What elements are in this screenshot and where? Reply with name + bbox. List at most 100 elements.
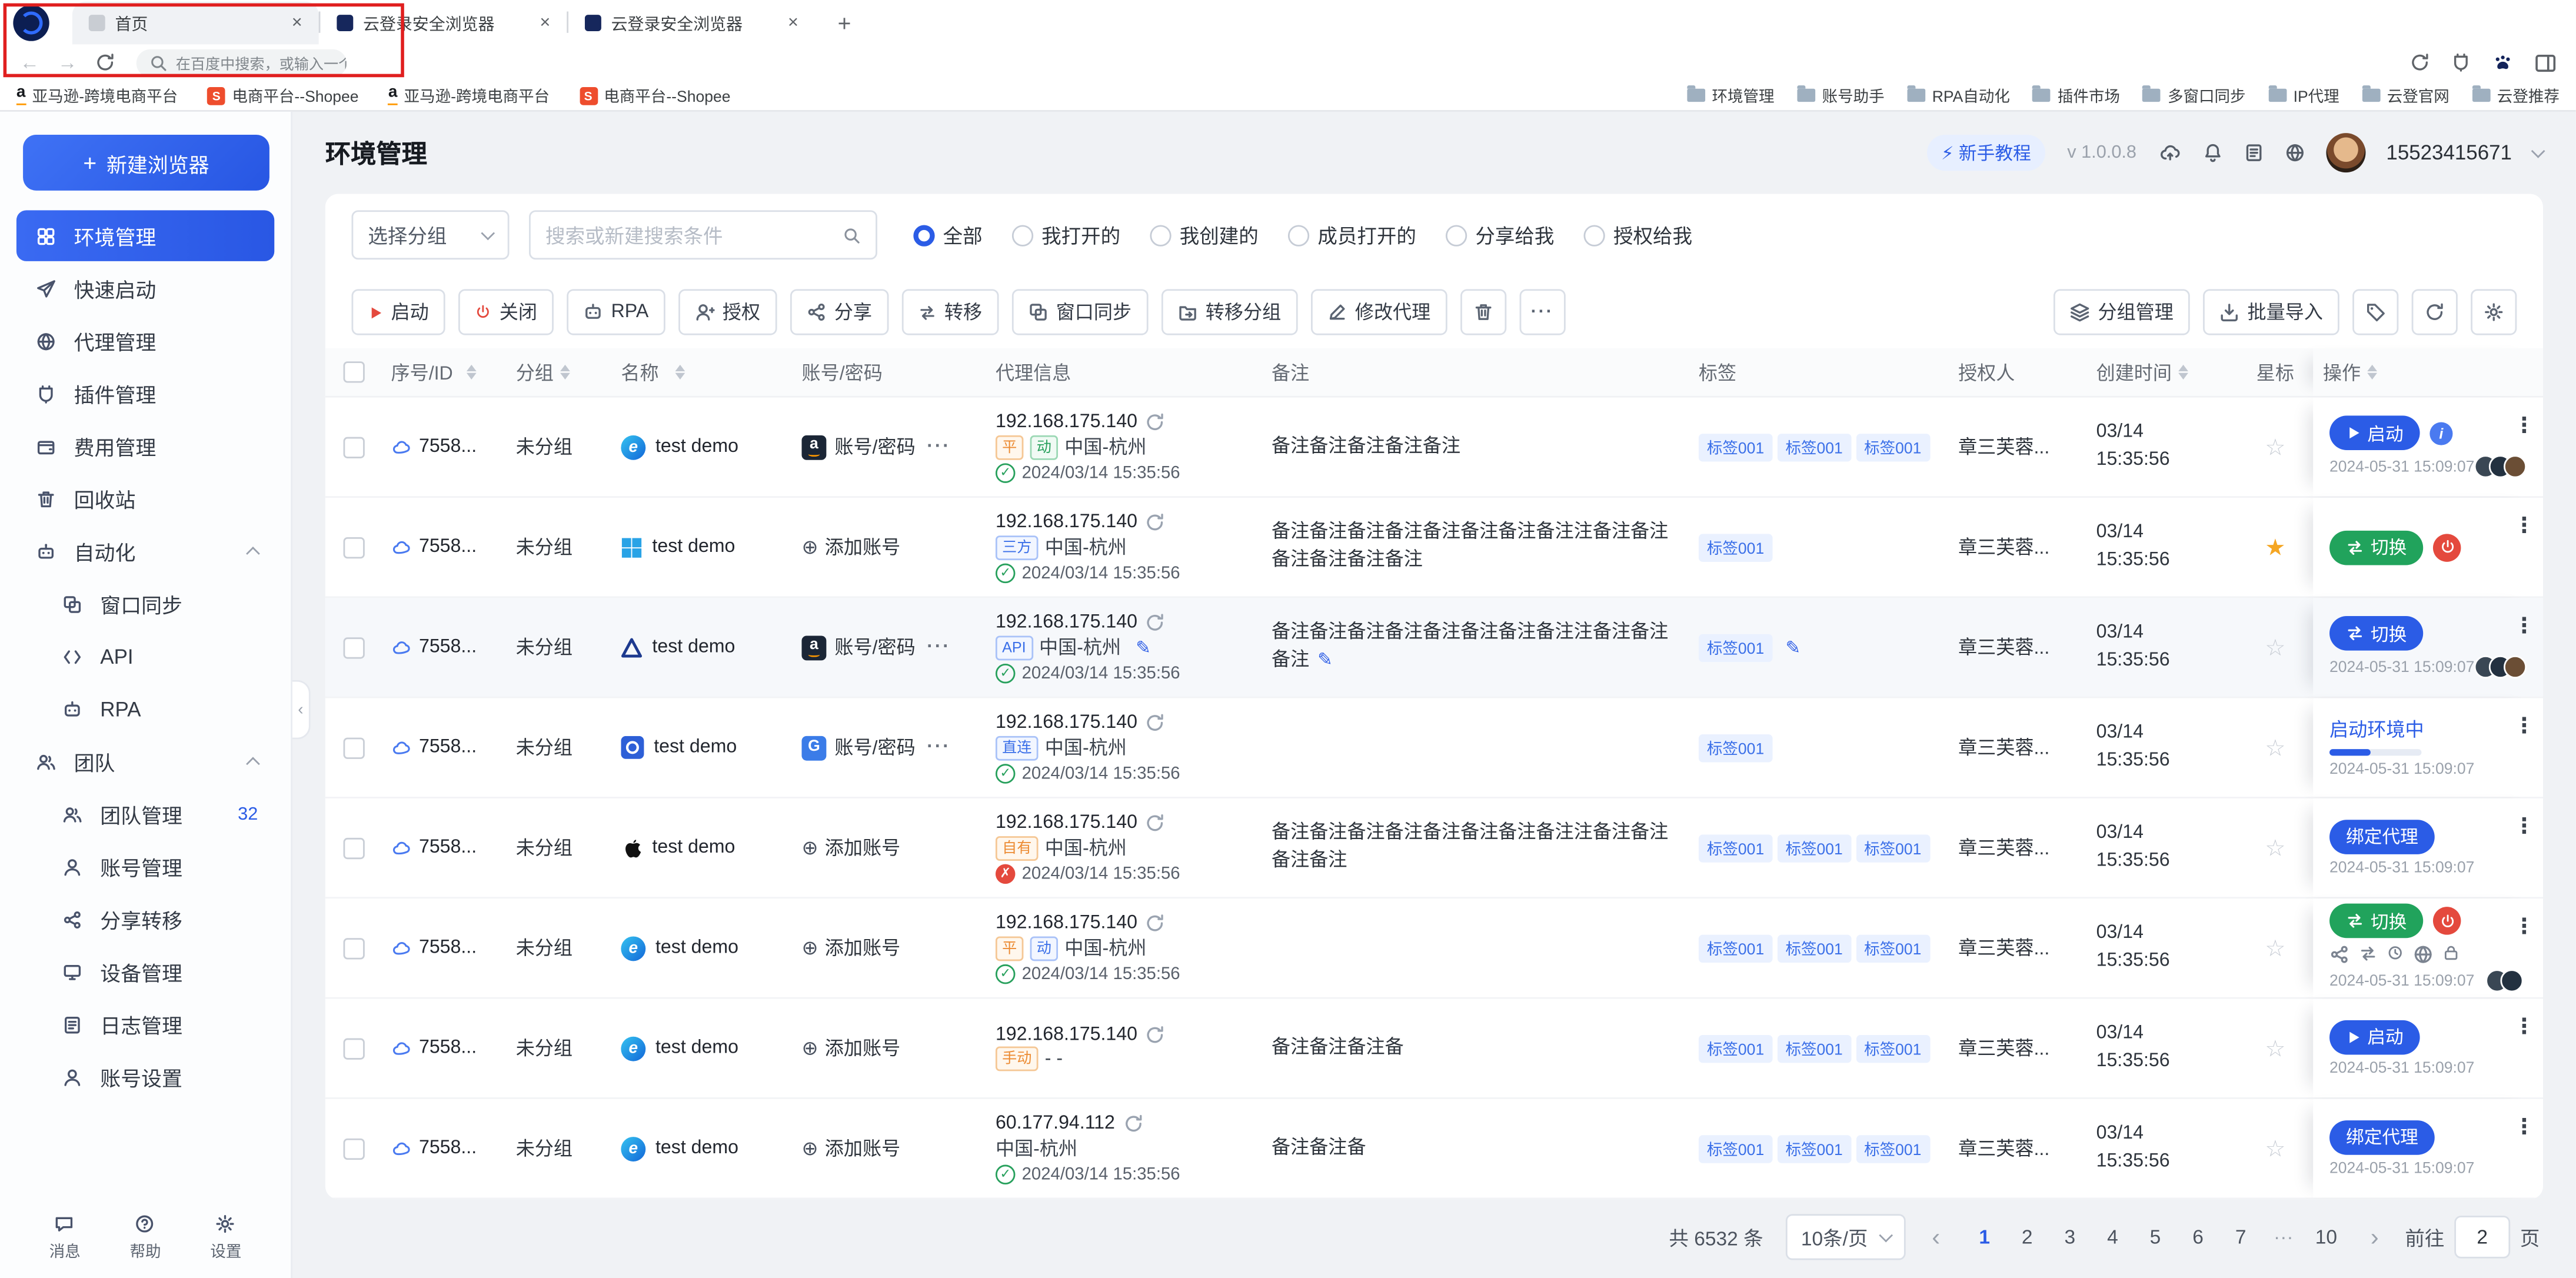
row-checkbox[interactable] [342,1037,364,1059]
sort-icon[interactable] [560,364,570,380]
page-jump-input[interactable]: 2 [2454,1216,2511,1259]
account-name[interactable]: 15523415671 [2386,141,2512,164]
side-panel-icon[interactable] [2535,52,2556,73]
sort-icon[interactable] [675,364,685,380]
kebab-menu-icon[interactable]: ⋮ [2514,813,2535,840]
search-input[interactable]: 搜索或新建搜索条件 [529,210,877,260]
refresh-button[interactable] [2411,289,2458,335]
sort-icon[interactable] [466,364,476,380]
star-icon[interactable]: ☆ [2265,633,2285,661]
forward-icon[interactable]: → [58,52,78,72]
kebab-menu-icon[interactable]: ⋮ [2514,512,2535,539]
share-icon[interactable] [2329,944,2349,964]
sidebar-item-quick-launch[interactable]: 快速启动 [16,263,274,314]
kebab-menu-icon[interactable]: ⋮ [2514,713,2535,740]
bookmark-folder[interactable]: 云登推荐 [2472,84,2560,106]
sidebar-item-team[interactable]: 团队 [16,736,274,787]
next-page-button[interactable]: › [2367,1223,2382,1251]
sidebar-item-proxy-management[interactable]: 代理管理 [16,315,274,367]
kebab-menu-icon[interactable]: ⋮ [2514,1014,2535,1040]
sidebar-item-api[interactable]: API [16,631,274,682]
sidebar-item-team-management[interactable]: 团队管理 32 [16,788,274,840]
row-checkbox[interactable] [342,636,364,658]
scope-radio-opened-by-me[interactable]: 我打开的 [1011,221,1120,249]
address-bar[interactable]: 在百度中搜索，或输入一个网址 [136,48,347,76]
sidebar-item-account-settings[interactable]: 账号设置 [16,1051,274,1103]
proxy-refresh-icon[interactable] [1146,1025,1166,1045]
kebab-menu-icon[interactable]: ⋮ [2514,613,2535,639]
sidebar-footer-settings[interactable]: 设置 [210,1214,241,1262]
bookmark-folder[interactable]: 环境管理 [1687,84,1775,106]
edit-note-icon[interactable]: ✎ [1317,650,1333,670]
back-icon[interactable]: ← [20,52,40,72]
bookmark-folder[interactable]: 账号助手 [1797,84,1885,106]
tag-chip[interactable]: 标签001 [1777,934,1851,962]
browser-tab[interactable]: 云登录安全浏览器 × [568,1,815,44]
sidebar-item-env-management[interactable]: 环境管理 [16,210,275,261]
proxy-refresh-icon[interactable] [1123,1113,1143,1133]
proxy-refresh-icon[interactable] [1146,813,1166,833]
history-icon[interactable] [2387,944,2404,964]
launch-button[interactable]: 启动 [351,289,445,335]
new-browser-button[interactable]: + 新建浏览器 [23,134,269,191]
sync-icon[interactable] [2410,52,2430,72]
page-button-6[interactable]: 6 [2180,1216,2216,1259]
globe-icon[interactable] [2284,143,2304,163]
sidebar-item-device-management[interactable]: 设备管理 [16,946,274,997]
paw-logo-icon[interactable] [2492,52,2513,73]
page-button-5[interactable]: 5 [2137,1216,2173,1259]
bind-proxy-button[interactable]: 绑定代理 [2329,1119,2435,1154]
switch-button[interactable]: 切换 [2329,616,2424,651]
tag-chip[interactable]: 标签001 [1698,733,1773,762]
row-checkbox[interactable] [342,1137,364,1159]
sidebar-item-share-transfer[interactable]: 分享转移 [16,894,274,945]
row-checkbox[interactable] [342,937,364,959]
switch-button[interactable]: 切换 [2329,530,2424,565]
edit-tags-icon[interactable]: ✎ [1786,637,1801,658]
reload-icon[interactable] [95,52,115,72]
close-tab-icon[interactable]: × [540,12,550,32]
kebab-menu-icon[interactable]: ⋮ [2514,913,2535,940]
scope-radio-authorized-to-me[interactable]: 授权给我 [1583,221,1692,249]
scope-radio-shared-to-me[interactable]: 分享给我 [1446,221,1554,249]
account-more-icon[interactable]: ··· [927,738,950,758]
group-select[interactable]: 选择分组 [351,210,510,260]
star-icon[interactable]: ☆ [2265,934,2285,961]
page-button-1[interactable]: 1 [1966,1216,2002,1259]
switch-button[interactable]: 切换 [2329,903,2424,938]
window-sync-button[interactable]: 窗口同步 [1011,289,1149,335]
page-button-2[interactable]: 2 [2009,1216,2045,1259]
page-button-10[interactable]: 10 [2308,1216,2344,1259]
sidebar-collapse-handle[interactable]: ‹ [292,680,311,740]
scope-radio-created-by-me[interactable]: 我创建的 [1150,221,1259,249]
select-all-checkbox[interactable] [342,361,364,383]
network-icon[interactable] [2413,944,2433,964]
rpa-button[interactable]: RPA [567,289,665,335]
bookmark-folder[interactable]: 插件市场 [2032,84,2120,106]
scope-radio-opened-by-members[interactable]: 成员打开的 [1288,221,1416,249]
move-group-button[interactable]: 转移分组 [1161,289,1298,335]
chevron-down-icon[interactable] [2531,144,2545,158]
sidebar-item-recycle-bin[interactable]: 回收站 [16,473,274,524]
tag-button[interactable] [2352,289,2399,335]
tag-chip[interactable]: 标签001 [1777,432,1851,461]
bookmark-folder[interactable]: RPA自动化 [1907,84,2010,106]
tag-chip[interactable]: 标签001 [1777,833,1851,862]
more-button[interactable]: ··· [1519,289,1566,335]
scope-radio-all[interactable]: 全部 [913,221,983,249]
star-icon[interactable]: ☆ [2265,1134,2285,1162]
tag-chip[interactable]: 标签001 [1777,1034,1851,1063]
add-account-button[interactable]: ⊕ 添加账号 [801,534,900,560]
sidebar-item-automation[interactable]: 自动化 [16,525,274,577]
star-icon[interactable]: ☆ [2265,433,2285,461]
page-button-4[interactable]: 4 [2095,1216,2131,1259]
close-tab-icon[interactable]: × [292,12,302,32]
account-more-icon[interactable]: ··· [927,437,950,457]
tutorial-badge[interactable]: ⚡ 新手教程 [1926,134,2046,171]
proxy-refresh-icon[interactable] [1146,411,1166,431]
browser-tab[interactable]: 云登录安全浏览器 × [320,1,567,44]
proxy-refresh-icon[interactable] [1146,712,1166,732]
sidebar-item-rpa[interactable]: RPA [16,683,274,734]
tag-chip[interactable]: 标签001 [1698,934,1773,962]
tag-chip[interactable]: 标签001 [1777,1134,1851,1163]
